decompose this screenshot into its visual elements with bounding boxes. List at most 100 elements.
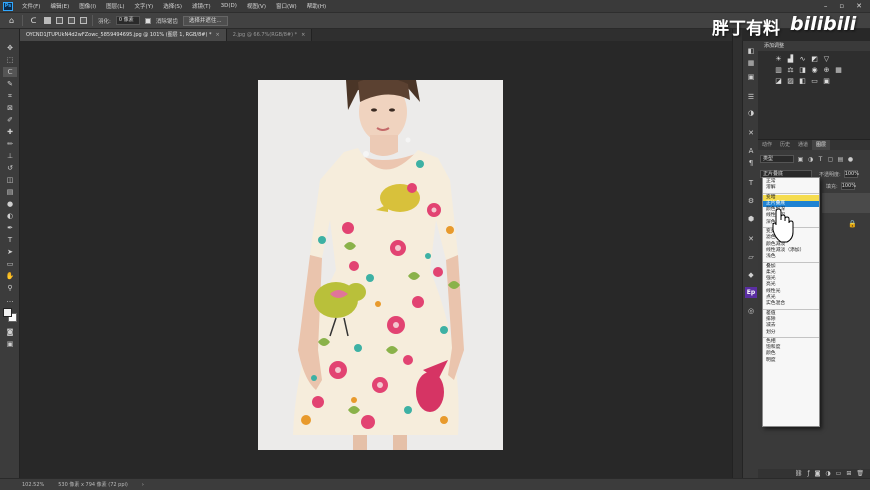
quick-mask-icon[interactable]: ◙	[3, 327, 17, 337]
tab-document-2[interactable]: 2.jpg @ 66.7%(RGB/8#) * ×	[226, 29, 313, 41]
filter-toggle-icon[interactable]: ●	[847, 156, 854, 163]
properties-panel-icon[interactable]: ☰	[745, 91, 757, 102]
tab-document-1[interactable]: OYCND1JTUPUkN4d2wFZowc_5859494695.jpg @ …	[20, 29, 227, 41]
invert-icon[interactable]: ◪	[774, 77, 783, 85]
ep-plugin-icon[interactable]: Ep	[745, 287, 757, 298]
close-tab-icon[interactable]: ×	[301, 32, 305, 38]
select-and-mask-button[interactable]: 选择并遮住...	[182, 15, 228, 26]
eraser-tool-icon[interactable]: ◫	[3, 175, 17, 185]
tab-actions[interactable]: 动作	[758, 140, 776, 150]
type-filter-icon[interactable]: T	[817, 156, 824, 163]
3d-panel-icon[interactable]: ⬢	[745, 213, 757, 224]
zoom-tool-icon[interactable]: ⚲	[3, 283, 17, 293]
menu-file[interactable]: 文件(F)	[17, 2, 45, 10]
color-balance-icon[interactable]: ⚖	[786, 66, 795, 74]
tab-channels[interactable]: 通道	[794, 140, 812, 150]
adjustments-tab[interactable]: 添加调整	[758, 41, 870, 51]
color-swatches[interactable]	[3, 308, 17, 322]
subtract-selection-icon[interactable]	[68, 17, 75, 24]
close-window-icon[interactable]: ✕	[856, 2, 862, 10]
menu-filter[interactable]: 滤镜(T)	[187, 2, 216, 10]
antialias-checkbox[interactable]	[144, 17, 151, 24]
pen-tool-icon[interactable]: ✒	[3, 223, 17, 233]
layer-row[interactable]	[822, 193, 870, 213]
move-tool-icon[interactable]: ✥	[3, 43, 17, 53]
lasso-tool-icon[interactable]: ᑕ	[3, 67, 17, 77]
tab-history[interactable]: 历史	[776, 140, 794, 150]
character-panel-icon[interactable]: A	[745, 145, 757, 156]
brush-settings-panel-icon[interactable]: T	[745, 177, 757, 188]
close-tab-icon[interactable]: ×	[216, 32, 220, 38]
clone-stamp-tool-icon[interactable]: ⊥	[3, 151, 17, 161]
smart-filter-icon[interactable]: ▤	[837, 156, 844, 163]
swatches-panel-icon[interactable]: ▦	[745, 57, 757, 68]
type-tool-icon[interactable]: T	[3, 235, 17, 245]
timeline-panel-icon[interactable]: ▱	[745, 251, 757, 262]
channel-mixer-icon[interactable]: ⊕	[822, 66, 831, 74]
lasso-tool-preset-icon[interactable]: ᑕ	[28, 15, 39, 26]
eyedropper-tool-icon[interactable]: ✐	[3, 115, 17, 125]
fill-input[interactable]: 100%	[840, 182, 856, 190]
photo-filter-icon[interactable]: ◉	[810, 66, 819, 74]
extension-panel-icon[interactable]: ◎	[745, 305, 757, 316]
maximize-icon[interactable]: ▫	[839, 2, 844, 10]
frame-tool-icon[interactable]: ⊠	[3, 103, 17, 113]
menu-view[interactable]: 视图(V)	[242, 2, 271, 10]
exposure-icon[interactable]: ◩	[810, 55, 819, 63]
adjustments-panel-icon[interactable]: ◑	[745, 107, 757, 118]
minimize-icon[interactable]: –	[824, 2, 828, 10]
add-selection-icon[interactable]	[56, 17, 63, 24]
new-selection-icon[interactable]	[44, 17, 51, 24]
marquee-tool-icon[interactable]: ⬚	[3, 55, 17, 65]
paragraph-panel-icon[interactable]: ¶	[745, 157, 757, 168]
selective-color-icon[interactable]: ▣	[822, 77, 831, 85]
menu-select[interactable]: 选择(S)	[158, 2, 187, 10]
shape-filter-icon[interactable]: ▢	[827, 156, 834, 163]
blend-mode-option[interactable]: 溶解	[763, 185, 819, 191]
blend-mode-option[interactable]: 浅色	[763, 254, 819, 260]
quick-select-tool-icon[interactable]: ✎	[3, 79, 17, 89]
rectangle-tool-icon[interactable]: ▭	[3, 259, 17, 269]
plugin-panel-icon[interactable]: ◆	[745, 269, 757, 280]
brightness-contrast-icon[interactable]: ☀	[774, 55, 783, 63]
posterize-icon[interactable]: ▨	[786, 77, 795, 85]
menu-layer[interactable]: 图层(L)	[101, 2, 129, 10]
hue-saturation-icon[interactable]: ▥	[774, 66, 783, 74]
panel-dock-collapse-strip[interactable]	[732, 29, 742, 478]
menu-edit[interactable]: 编辑(E)	[45, 2, 74, 10]
more-tools-icon[interactable]: …	[3, 295, 17, 305]
tab-layers[interactable]: 图层	[812, 140, 831, 150]
menu-image[interactable]: 图像(I)	[74, 2, 101, 10]
layer-filter-select[interactable]: 类型	[760, 155, 794, 163]
screen-mode-icon[interactable]: ▣	[3, 339, 17, 349]
transform-panel-icon[interactable]: ✕	[745, 233, 757, 244]
intersect-selection-icon[interactable]	[80, 17, 87, 24]
path-select-tool-icon[interactable]: ➤	[3, 247, 17, 257]
zoom-level[interactable]: 102.52%	[22, 482, 44, 488]
pixel-filter-icon[interactable]: ▣	[797, 156, 804, 163]
adjustment-filter-icon[interactable]: ◑	[807, 156, 814, 163]
document-image[interactable]	[258, 80, 503, 450]
foreground-color-swatch[interactable]	[3, 308, 12, 317]
clone-source-panel-icon[interactable]: ⚙	[745, 195, 757, 206]
vibrance-icon[interactable]: ▽	[822, 55, 831, 63]
menu-3d[interactable]: 3D(D)	[216, 3, 242, 9]
levels-icon[interactable]: ▟	[786, 55, 795, 63]
curves-icon[interactable]: ∿	[798, 55, 807, 63]
blend-mode-option[interactable]: 划分	[763, 330, 819, 336]
home-icon[interactable]: ⌂	[6, 15, 17, 26]
libraries-panel-icon[interactable]: ▣	[745, 71, 757, 82]
threshold-icon[interactable]: ◧	[798, 77, 807, 85]
status-expand-icon[interactable]: ›	[142, 482, 144, 488]
blend-mode-option[interactable]: 明度	[763, 358, 819, 364]
history-brush-tool-icon[interactable]: ↺	[3, 163, 17, 173]
opacity-input[interactable]: 100%	[843, 170, 859, 178]
feather-input[interactable]: 0 像素	[115, 16, 140, 25]
dodge-tool-icon[interactable]: ◐	[3, 211, 17, 221]
hand-tool-icon[interactable]: ✋	[3, 271, 17, 281]
brush-tool-icon[interactable]: ✏	[3, 139, 17, 149]
color-panel-icon[interactable]: ◧	[745, 45, 757, 56]
black-white-icon[interactable]: ◨	[798, 66, 807, 74]
menu-type[interactable]: 文字(Y)	[130, 2, 159, 10]
blur-tool-icon[interactable]: ●	[3, 199, 17, 209]
